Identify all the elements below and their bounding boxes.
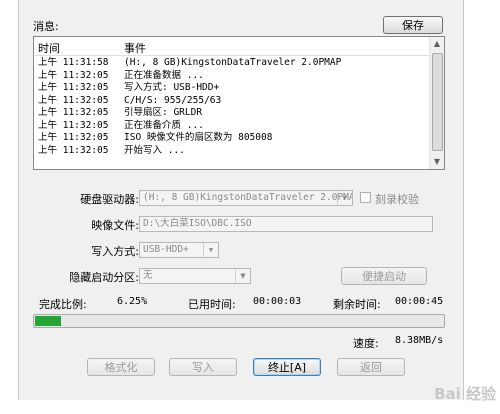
column-header-time[interactable]: 时间 xyxy=(38,40,60,56)
hidden-partition-label: 隐藏启动分区: xyxy=(69,271,139,284)
write-mode-select[interactable]: USB-HDD+ ▼ xyxy=(139,242,219,258)
speed-value: 8.38MB/s xyxy=(395,335,444,346)
log-header: 时间 事件 xyxy=(34,37,430,56)
write-button[interactable]: 写入 xyxy=(169,358,237,376)
scroll-up-arrow-icon[interactable]: ▲ xyxy=(430,37,444,51)
format-button[interactable]: 格式化 xyxy=(87,358,155,376)
write-mode-label: 写入方式: xyxy=(91,245,139,258)
log-scrollbar[interactable]: ▲ ▼ xyxy=(429,37,444,169)
drive-select[interactable]: (H:, 8 GB)KingstonDataTraveler 2.0PMAP ▼ xyxy=(139,190,353,206)
log-row[interactable]: 上午 11:31:58 (H:, 8 GB)KingstonDataTravele… xyxy=(34,57,430,70)
verify-checkbox[interactable] xyxy=(360,192,371,203)
quick-boot-button[interactable]: 便捷启动 xyxy=(341,267,427,285)
drive-label: 硬盘驱动器: xyxy=(80,193,139,206)
baidu-jingyan-watermark: Bai 经验 xyxy=(434,385,496,403)
log-rows: 上午 11:31:58 (H:, 8 GB)KingstonDataTravele… xyxy=(34,57,430,157)
log-row[interactable]: 上午 11:32:05 C/H/S: 955/255/63 xyxy=(34,95,430,108)
log-row[interactable]: 上午 11:32:05 开始写入 ... xyxy=(34,145,430,158)
write-disk-image-dialog: 消息: 保存 时间 事件 上午 11:31:58 (H:, 8 GB)Kingst… xyxy=(18,0,464,400)
remaining-value: 00:00:45 xyxy=(395,296,444,307)
image-file-label: 映像文件: xyxy=(91,219,139,232)
chevron-down-icon: ▼ xyxy=(235,269,250,283)
save-log-button[interactable]: 保存 xyxy=(383,16,443,34)
hidden-partition-select[interactable]: 无 ▼ xyxy=(139,268,251,284)
complete-label: 完成比例: xyxy=(39,298,87,311)
progress-fill xyxy=(35,316,61,326)
log-row[interactable]: 上午 11:32:05 写入方式: USB-HDD+ xyxy=(34,82,430,95)
chevron-down-icon: ▼ xyxy=(203,243,218,257)
back-button[interactable]: 返回 xyxy=(337,358,405,376)
log-row[interactable]: 上午 11:32:05 ISO 映像文件的扇区数为 805008 xyxy=(34,132,430,145)
image-file-field[interactable]: D:\大白菜ISO\DBC.ISO xyxy=(139,216,433,232)
log-row[interactable]: 上午 11:32:05 正在准备数据 ... xyxy=(34,70,430,83)
stop-button[interactable]: 终止[A] xyxy=(253,358,321,376)
speed-label: 速度: xyxy=(353,337,379,350)
scroll-down-arrow-icon[interactable]: ▼ xyxy=(430,155,444,169)
remaining-label: 剩余时间: xyxy=(333,298,381,311)
message-log-list[interactable]: 时间 事件 上午 11:31:58 (H:, 8 GB)KingstonDataT… xyxy=(33,36,445,170)
elapsed-value: 00:00:03 xyxy=(253,296,302,307)
messages-label: 消息: xyxy=(33,20,59,33)
write-progress-bar xyxy=(33,314,445,328)
scrollbar-thumb[interactable] xyxy=(432,53,443,151)
log-row[interactable]: 上午 11:32:05 引导扇区: GRLDR xyxy=(34,107,430,120)
column-header-event[interactable]: 事件 xyxy=(124,40,146,56)
complete-value: 6.25% xyxy=(117,296,148,307)
elapsed-label: 已用时间: xyxy=(188,298,236,311)
chevron-down-icon: ▼ xyxy=(337,191,352,205)
log-row[interactable]: 上午 11:32:05 正在准备介质 ... xyxy=(34,120,430,133)
verify-label: 刻录校验 xyxy=(375,193,419,206)
